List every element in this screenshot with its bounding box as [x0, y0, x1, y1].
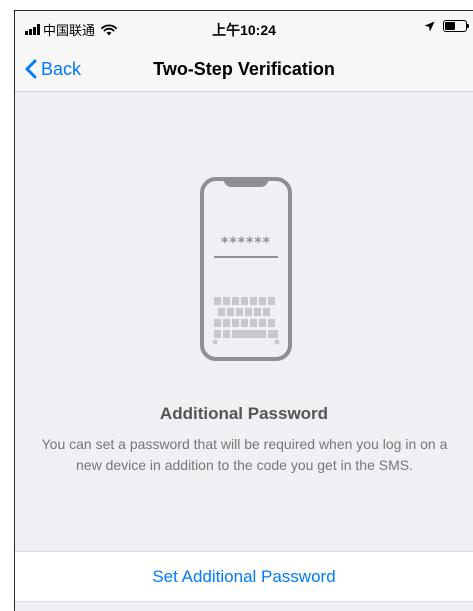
keyboard-key	[218, 308, 225, 316]
keyboard-key	[214, 319, 221, 327]
keyboard-key	[214, 297, 221, 305]
status-bar: 中国联通 上午10:24	[15, 11, 473, 47]
keyboard-key	[241, 319, 248, 327]
status-time: 上午10:24	[212, 22, 276, 38]
keyboard-key	[268, 297, 275, 305]
app-screen: 中国联通 上午10:24 Back Two-Step Verification	[14, 10, 473, 611]
keyboard-key	[254, 308, 261, 316]
keyboard-key	[250, 319, 257, 327]
location-arrow-icon	[424, 21, 435, 31]
keyboard-key	[223, 297, 230, 305]
keyboard-key	[245, 308, 252, 316]
keyboard-key	[263, 308, 270, 316]
keyboard-key	[241, 297, 248, 305]
navigation-bar: Back Two-Step Verification	[15, 47, 473, 92]
keyboard-key	[223, 330, 230, 338]
password-mask: ******	[221, 235, 271, 251]
status-right	[424, 20, 469, 32]
keyboard-key	[227, 308, 234, 316]
keyboard-key	[250, 297, 257, 305]
section-description: You can set a password that will be requ…	[41, 436, 448, 473]
keyboard-key	[223, 319, 230, 327]
page-title: Two-Step Verification	[153, 59, 335, 79]
keyboard-key	[259, 297, 266, 305]
keyboard-spacebar	[232, 330, 266, 338]
keyboard-key	[268, 330, 278, 338]
battery-fill	[445, 22, 455, 30]
set-additional-password-button[interactable]: Set Additional Password	[15, 551, 473, 602]
keyboard-key	[232, 297, 239, 305]
keyboard-key	[268, 319, 275, 327]
keyboard-key	[259, 319, 266, 327]
keyboard-key	[214, 330, 221, 338]
section-heading: Additional Password	[159, 404, 329, 423]
phone-illustration: ******	[200, 177, 292, 361]
keyboard-key	[236, 308, 243, 316]
battery-icon	[443, 20, 469, 32]
keyboard-key	[232, 319, 239, 327]
